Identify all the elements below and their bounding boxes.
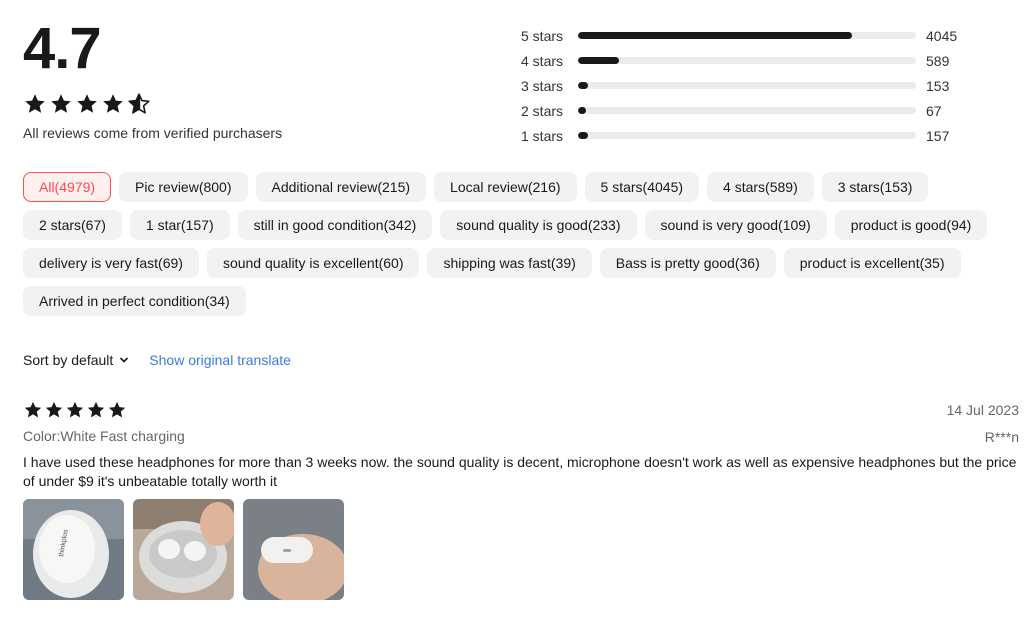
filter-chip[interactable]: sound quality is excellent(60) — [206, 248, 420, 278]
filter-chip[interactable]: still in good condition(342) — [237, 210, 433, 240]
review-date: 14 Jul 2023 — [946, 402, 1019, 418]
histogram-row: 5 stars 4045 — [521, 23, 957, 48]
histogram-bar — [578, 132, 589, 139]
filter-chip[interactable]: sound quality is good(233) — [440, 210, 637, 240]
histogram-bar — [578, 57, 619, 64]
review-photo-1[interactable]: thinkplus — [23, 499, 124, 600]
histogram-label: 2 stars — [521, 102, 564, 119]
review-photo-3[interactable] — [243, 499, 344, 600]
filter-chip[interactable]: product is excellent(35) — [783, 248, 961, 278]
histogram-track — [578, 132, 916, 139]
filter-chip[interactable]: delivery is very fast(69) — [23, 248, 199, 278]
star-full-icon — [51, 94, 71, 113]
histogram-count: 67 — [926, 102, 942, 119]
open-case-photo — [133, 499, 234, 600]
filter-chip[interactable]: 2 stars(67) — [23, 210, 122, 240]
histogram-label: 1 stars — [521, 127, 564, 144]
review-stars — [23, 400, 1019, 420]
histogram-label: 3 stars — [521, 77, 564, 94]
review-item: 14 Jul 2023 R***n Color:White Fast charg… — [23, 400, 1019, 600]
star-full-icon — [103, 94, 123, 113]
filter-chip[interactable]: Local review(216) — [434, 172, 577, 202]
sort-bar: Sort by default Show original translate — [23, 352, 291, 368]
histogram-label: 4 stars — [521, 52, 564, 69]
rating-histogram: 5 stars 4045 4 stars 589 3 stars 153 2 stars 67… — [521, 23, 957, 148]
star-half-icon — [128, 93, 150, 114]
filter-chip[interactable]: Arrived in perfect condition(34) — [23, 286, 246, 316]
review-photos: thinkplus — [23, 499, 1019, 600]
average-rating: 4.7 — [23, 16, 102, 81]
star-full-icon — [108, 401, 126, 418]
verified-note: All reviews come from verified purchaser… — [23, 125, 283, 141]
average-stars — [23, 92, 282, 116]
earbuds-case-photo: thinkplus — [23, 499, 124, 600]
filter-chip[interactable]: All(4979) — [23, 172, 112, 202]
histogram-bar — [578, 82, 589, 89]
review-variant: Color:White Fast charging — [23, 428, 185, 444]
histogram-label: 5 stars — [521, 27, 564, 44]
histogram-row: 4 stars 589 — [521, 48, 957, 73]
sort-label: Sort by default — [23, 352, 114, 368]
histogram-track — [578, 32, 916, 39]
histogram-track — [578, 57, 916, 64]
filter-chip[interactable]: Bass is pretty good(36) — [599, 248, 776, 278]
histogram-count: 157 — [926, 127, 950, 144]
filter-chip[interactable]: Additional review(215) — [255, 172, 427, 202]
filter-chip[interactable]: shipping was fast(39) — [427, 248, 592, 278]
chevron-down-icon — [120, 357, 129, 363]
filter-chip[interactable]: 1 star(157) — [129, 210, 230, 240]
histogram-row: 3 stars 153 — [521, 73, 957, 98]
sort-dropdown[interactable]: Sort by default — [23, 352, 129, 368]
star-full-icon — [24, 401, 42, 418]
filter-chip[interactable]: 4 stars(589) — [707, 172, 814, 202]
show-original-link[interactable]: Show original translate — [149, 352, 291, 368]
reviewer-name: R***n — [984, 429, 1019, 445]
histogram-track — [578, 82, 916, 89]
review-photo-2[interactable] — [133, 499, 234, 600]
histogram-bar — [578, 107, 586, 114]
histogram-row: 2 stars 67 — [521, 98, 957, 123]
star-full-icon — [66, 401, 84, 418]
filter-chip[interactable]: sound is very good(109) — [644, 210, 827, 240]
review-text: I have used these headphones for more th… — [23, 454, 1017, 489]
filter-chip[interactable]: Pic review(800) — [119, 172, 248, 202]
histogram-bar — [578, 32, 852, 39]
filter-chip[interactable]: 3 stars(153) — [821, 172, 929, 202]
hand-holding-case-photo — [243, 499, 344, 600]
review-filters: All(4979) Pic review(800) Additional revie… — [23, 172, 1013, 316]
histogram-track — [578, 107, 916, 114]
star-full-icon — [25, 94, 45, 113]
star-full-icon — [77, 94, 97, 113]
histogram-row: 1 stars 157 — [521, 123, 957, 148]
histogram-count: 153 — [926, 77, 950, 94]
filter-chip[interactable]: product is good(94) — [834, 210, 988, 240]
rating-summary: 4.7 All reviews come from verified purch… — [23, 16, 283, 142]
histogram-count: 4045 — [926, 27, 958, 44]
filter-chip[interactable]: 5 stars(4045) — [584, 172, 700, 202]
star-full-icon — [45, 401, 63, 418]
star-full-icon — [87, 401, 105, 418]
histogram-count: 589 — [926, 52, 950, 69]
